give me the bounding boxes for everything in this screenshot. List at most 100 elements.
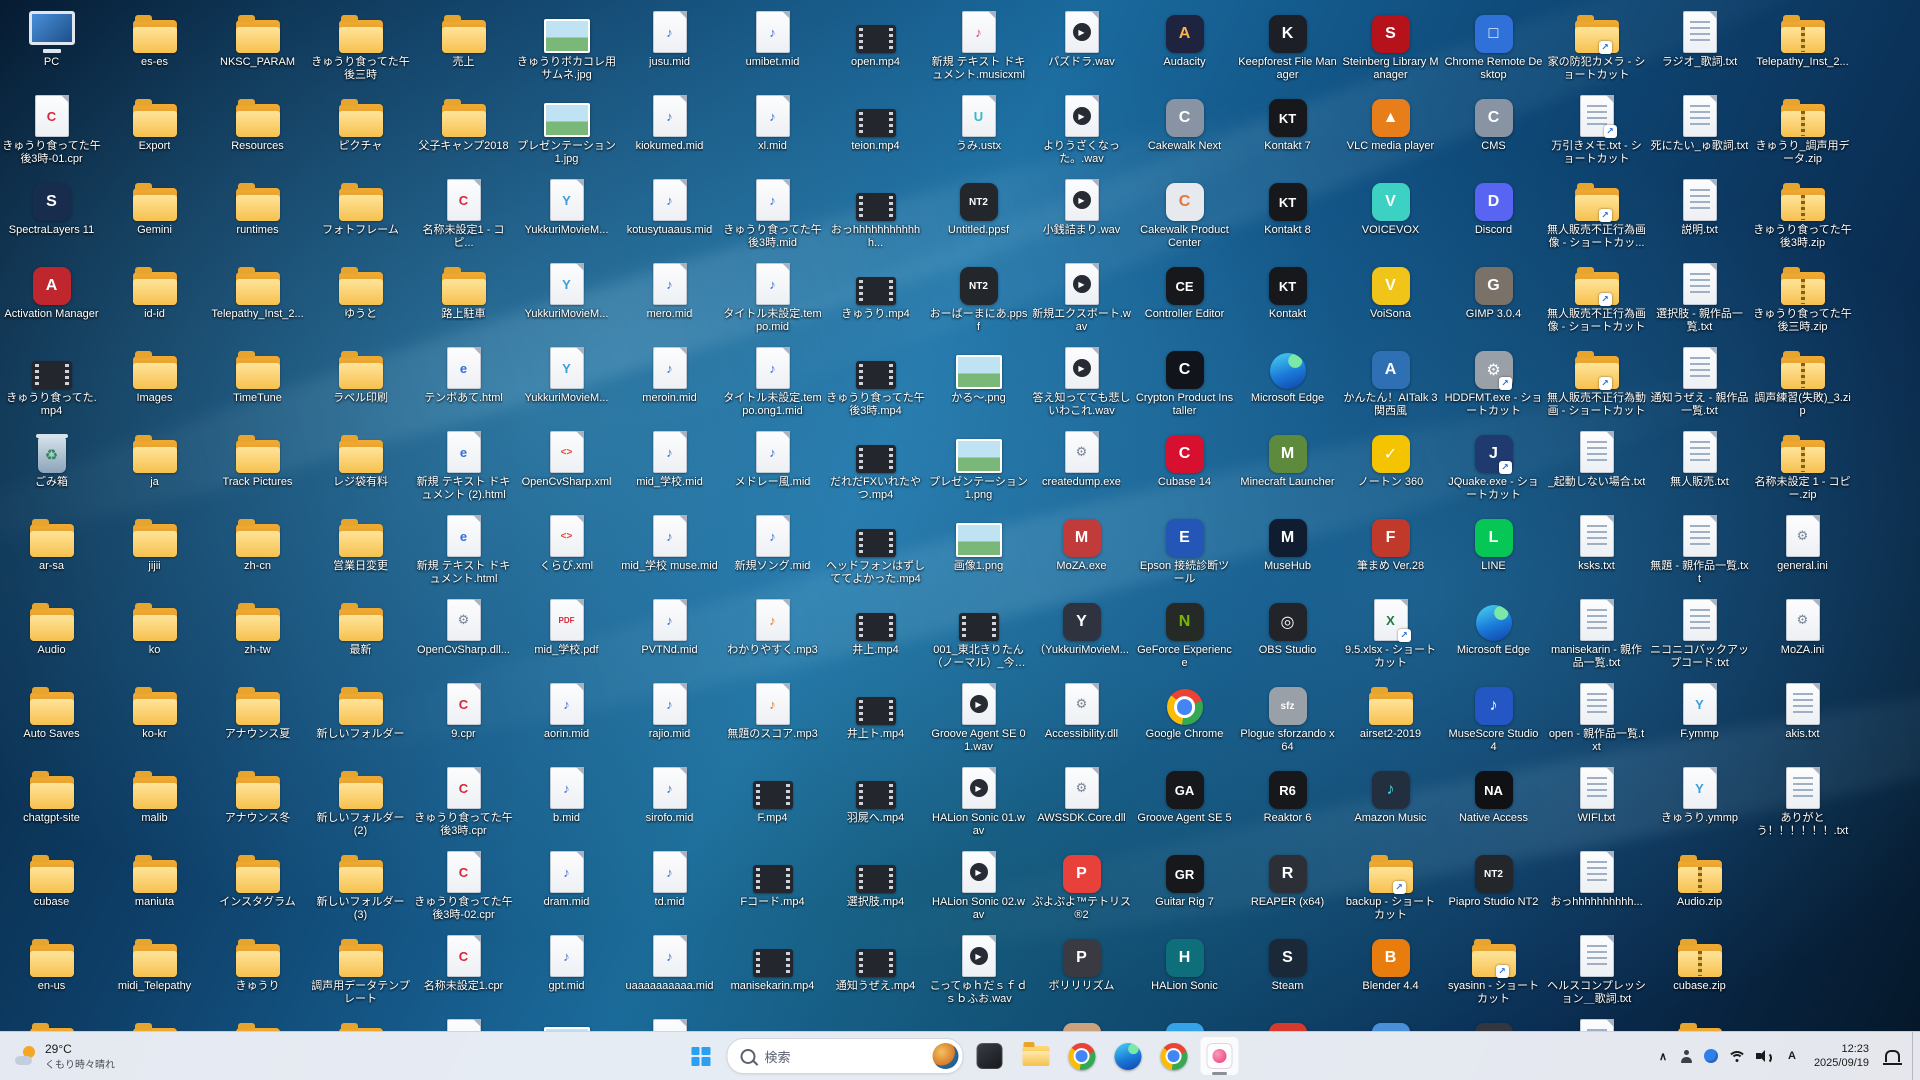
desktop-icon[interactable]: Audio.zip	[1648, 842, 1751, 926]
desktop-icon[interactable]: F筆まめ Ver.28	[1339, 506, 1442, 590]
desktop-icon[interactable]: RREAPER (x64)	[1236, 842, 1339, 926]
desktop-icon[interactable]: 最新	[309, 590, 412, 674]
desktop-icon[interactable]: eテンポあて.html	[412, 338, 515, 422]
desktop-icon[interactable]: AActivation Manager	[0, 254, 103, 338]
desktop-icon[interactable]: 売上	[412, 2, 515, 86]
desktop-icon[interactable]: ♪xl.mid	[721, 86, 824, 170]
desktop-icon[interactable]: ♪無題のスコア.mp3	[721, 674, 824, 758]
desktop-icon[interactable]: Cきゅうり食ってた午後3時-01.cpr	[0, 86, 103, 170]
desktop-icon[interactable]: VVOICEVOX	[1339, 170, 1442, 254]
weather-widget[interactable]: 29°C くもり時々晴れ	[2, 1032, 127, 1080]
desktop-icon[interactable]: zh-tw	[206, 590, 309, 674]
desktop-icon[interactable]: ヘッドフォンはずしててよかった.mp4	[824, 506, 927, 590]
desktop-icon[interactable]: <>くらび.xml	[515, 506, 618, 590]
desktop-icon[interactable]: 井上.mp4	[824, 590, 927, 674]
desktop-icon[interactable]: ♪kiokumed.mid	[618, 86, 721, 170]
desktop-icon[interactable]: Pぷよぷよ™テトリス®2	[1030, 842, 1133, 926]
desktop-icon[interactable]: e	[1133, 1010, 1236, 1032]
desktop-icon[interactable]: 営業日変更	[309, 506, 412, 590]
desktop-icon[interactable]: きゅうり	[206, 926, 309, 1010]
desktop-icon[interactable]	[1648, 1010, 1751, 1032]
desktop-icon[interactable]: LLINE	[1442, 506, 1545, 590]
desktop-icon[interactable]: 新しいフォルダー (2)	[309, 758, 412, 842]
desktop-icon[interactable]: Yきゅうり.ymmp	[1648, 758, 1751, 842]
desktop-icon[interactable]: airset2-2019	[1339, 674, 1442, 758]
desktop-icon[interactable]: PDFmid_学校.pdf	[515, 590, 618, 674]
desktop-icon[interactable]: Aかんたん！AITalk 3 関西風	[1339, 338, 1442, 422]
desktop-icon[interactable]: ゆうと	[309, 254, 412, 338]
desktop-icon[interactable]: ▶答え知ってても悲しいわこれ.wav	[1030, 338, 1133, 422]
desktop-icon[interactable]: フォトフレーム	[309, 170, 412, 254]
desktop-icon[interactable]: 無題 - 親作品一覧.txt	[1648, 506, 1751, 590]
desktop-icon[interactable]: GAGroove Agent SE 5	[1133, 758, 1236, 842]
desktop-icon[interactable]: Y（YukkuriMovieM...	[1030, 590, 1133, 674]
desktop-icon[interactable]: 選択肢.mp4	[824, 842, 927, 926]
desktop-icon[interactable]: Audio	[0, 590, 103, 674]
desktop-icon[interactable]: ↗無人販売不正行為画像 - ショートカッ...	[1545, 170, 1648, 254]
desktop-icon[interactable]: CCMS	[1442, 86, 1545, 170]
desktop-icon[interactable]: ♪jusu.mid	[618, 2, 721, 86]
desktop-icon[interactable]: VVoiSona	[1339, 254, 1442, 338]
desktop-icon[interactable]: _起動しない場合.txt	[1545, 422, 1648, 506]
desktop-icon[interactable]	[103, 1010, 206, 1032]
desktop-icon[interactable]: Resources	[206, 86, 309, 170]
desktop-icon[interactable]: ♪MuseScore Studio 4	[1442, 674, 1545, 758]
desktop-icon[interactable]: レジ袋有料	[309, 422, 412, 506]
desktop-icon[interactable]: C9.cpr	[412, 674, 515, 758]
desktop-icon[interactable]: HHALion Sonic	[1133, 926, 1236, 1010]
desktop-icon[interactable]: ♪rajio.mid	[618, 674, 721, 758]
desktop-icon[interactable]: ♪sirofo.mid	[618, 758, 721, 842]
desktop-icon[interactable]: ♪td.mid	[618, 842, 721, 926]
desktop-icon[interactable]: en-us	[0, 926, 103, 1010]
desktop-icon[interactable]: ありがとう！！！！！！.txt	[1751, 758, 1854, 842]
desktop-icon[interactable]: AAudacity	[1133, 2, 1236, 86]
desktop-icon[interactable]: <>OpenCvSharp.xml	[515, 422, 618, 506]
desktop-icon[interactable]: Images	[103, 338, 206, 422]
desktop-icon[interactable]: ↗無人販売不正行為動画 - ショートカット	[1545, 338, 1648, 422]
desktop-icon[interactable]: 無人販売.txt	[1648, 422, 1751, 506]
desktop-icon[interactable]: TimeTune	[206, 338, 309, 422]
desktop-icon[interactable]: ♻ごみ箱	[0, 422, 103, 506]
desktop-icon[interactable]	[1339, 1010, 1442, 1032]
desktop-icon[interactable]: open - 親作品一覧.txt	[1545, 674, 1648, 758]
desktop-icon[interactable]: ♪きゅうり食ってた午後3時.mid	[721, 170, 824, 254]
desktop-icon[interactable]: 羽屍へ.mp4	[824, 758, 927, 842]
desktop-icon[interactable]: ラベル印刷	[309, 338, 412, 422]
desktop-icon[interactable]: 調声用データテンプレート	[309, 926, 412, 1010]
tray-expand-button[interactable]: ∧	[1651, 1038, 1675, 1074]
desktop-icon[interactable]: GRGuitar Rig 7	[1133, 842, 1236, 926]
desktop-icon[interactable]: X↗9.5.xlsx - ショートカット	[1339, 590, 1442, 674]
desktop-icon[interactable]: WIFI.txt	[1545, 758, 1648, 842]
desktop-icon[interactable]: ▶Groove Agent SE 01.wav	[927, 674, 1030, 758]
desktop-icon[interactable]: C	[412, 1010, 515, 1032]
desktop-icon[interactable]: ↗syasinn - ショートカット	[1442, 926, 1545, 1010]
desktop-icon[interactable]: 001_東北きりたん（ノーマル）_今じゃ...	[927, 590, 1030, 674]
desktop-icon[interactable]: ko	[103, 590, 206, 674]
desktop-icon[interactable]: KKeepforest File Manager	[1236, 2, 1339, 86]
desktop-icon[interactable]: ja	[103, 422, 206, 506]
tray-app-button[interactable]	[1699, 1038, 1723, 1074]
desktop-icon[interactable]: manisekarin - 親作品一覧.txt	[1545, 590, 1648, 674]
desktop-icon[interactable]: Cきゅうり食ってた午後3時-02.cpr	[412, 842, 515, 926]
desktop-icon[interactable]: 通知うぜえ - 親作品一覧.txt	[1648, 338, 1751, 422]
desktop-icon[interactable]: NANative Access	[1442, 758, 1545, 842]
desktop-icon[interactable]: KTKontakt	[1236, 254, 1339, 338]
desktop-icon[interactable]: プレゼンテーション1.png	[927, 422, 1030, 506]
desktop-icon[interactable]: cubase.zip	[1648, 926, 1751, 1010]
desktop-icon[interactable]: zh-cn	[206, 506, 309, 590]
desktop-icon[interactable]: YYukkuriMovieM...	[515, 338, 618, 422]
desktop-icon[interactable]: runtimes	[206, 170, 309, 254]
desktop-icon[interactable]: Microsoft Edge	[1236, 338, 1339, 422]
desktop-icon[interactable]: ⚙createdump.exe	[1030, 422, 1133, 506]
desktop-icon[interactable]: ↗家の防犯カメラ - ショートカット	[1545, 2, 1648, 86]
desktop-icon[interactable]: ♪gpt.mid	[515, 926, 618, 1010]
desktop-icon[interactable]: chatgpt-site	[0, 758, 103, 842]
desktop-icon[interactable]: きゅうり食ってた.mp4	[0, 338, 103, 422]
desktop-icon[interactable]: NT2Untitled.ppsf	[927, 170, 1030, 254]
desktop-icon[interactable]: ♪タイトル未設定.tempo.mid	[721, 254, 824, 338]
desktop-icon[interactable]: ♪新規ソング.mid	[721, 506, 824, 590]
chrome-button[interactable]	[1062, 1036, 1102, 1076]
search-highlight-image[interactable]	[933, 1043, 959, 1069]
desktop-icon[interactable]: SSpectraLayers 11	[0, 170, 103, 254]
desktop-icon[interactable]: ♪dram.mid	[515, 842, 618, 926]
